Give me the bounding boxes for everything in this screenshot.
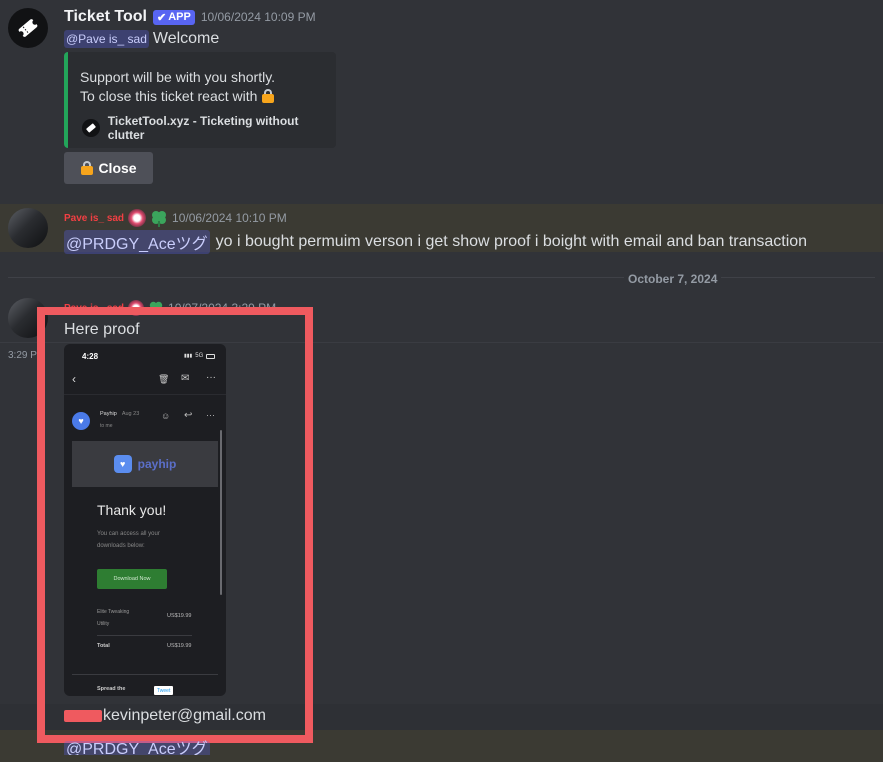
tweet-button[interactable]: Tweet [154,686,174,695]
more-icon: ··· [206,410,215,420]
email-line: kevinpeter@gmail.com [64,707,266,725]
bot-timestamp[interactable]: 10/06/2024 10:09 PM [201,10,316,24]
user-timestamp[interactable]: 10/06/2024 10:10 PM [172,211,287,225]
side-timestamp[interactable]: 3:29 P [8,350,37,361]
trailing-mention-row: @PRDGY_Aceツグ [64,735,210,755]
user-mention[interactable]: @Pave is_ sad [64,30,149,48]
ticket-icon [18,19,38,37]
proof-text: Here proof [64,321,140,338]
status-time: 4:28 [82,352,99,361]
recipient: to me [100,423,113,429]
user-avatar[interactable] [8,208,48,248]
bot-message-header: Ticket Tool ✔ APP 10/06/2024 10:09 PM [64,8,316,26]
thank-you-heading: Thank you! [97,502,167,518]
ticket-tool-avatar[interactable] [8,8,48,48]
more-icon: ··· [206,372,216,383]
product-price: US$19.99 [167,613,192,619]
ticket-embed: Support will be with you shortly. To clo… [64,52,336,148]
scrollbar[interactable] [220,430,222,595]
mail-icon: ✉ [181,373,190,384]
flower-badge-icon [128,209,147,227]
user-message-content: @PRDGY_Aceツグ yo i bought permuim verson … [64,230,807,254]
welcome-text: Welcome [152,30,220,47]
signal-icon: ▮▮▮ [184,353,193,359]
bot-message-content: @Pave is_ sad Welcome [64,30,219,48]
ace-mention-2[interactable]: @PRDGY_Aceツグ [64,741,210,755]
footer-ticket-icon [82,119,100,137]
sender-name: Payhip [100,411,117,417]
payhip-logo-icon: ♥ [113,455,132,473]
lock-icon [80,161,94,175]
bot-username[interactable]: Ticket Tool [64,8,147,26]
payhip-banner: ♥ payhip [72,441,218,487]
back-arrow-icon: ‹ [72,372,76,386]
verified-check-icon: ✔ [156,11,167,24]
lock-icon [261,89,275,103]
user-message-header: Pave is_ sad 10/06/2024 10:10 PM [64,209,287,227]
date-divider-line [8,277,875,278]
user-username[interactable]: Pave is_ sad [64,213,124,224]
access-text: You can access all your downloads below: [97,531,160,549]
download-now-button[interactable]: Download Now [97,569,167,589]
payhip-avatar: ♥ [72,412,90,430]
embed-footer: TicketTool.xyz - Ticketing without clutt… [82,114,336,142]
status-icons: ▮▮▮ 5G [184,353,216,359]
spread-label: Spread the [97,686,126,692]
battery-icon [206,353,216,359]
total-price: US$19.99 [167,643,192,649]
trash-icon: 🗑 [158,374,170,384]
redaction-mark [64,710,102,722]
payhip-brand: payhip [137,457,177,471]
embed-description: Support will be with you shortly. To clo… [80,69,276,104]
product-name: Elite Tweaking Utility [97,609,130,627]
date-divider: October 7, 2024 [624,270,722,288]
proof-screenshot[interactable]: 4:28 ▮▮▮ 5G ‹ 🗑 ✉ ··· ♥ Payhip Aug 23 to… [64,344,226,696]
ace-mention[interactable]: @PRDGY_Aceツグ [64,230,210,254]
sender-date: Aug 23 [121,411,140,417]
reply-icon: ↩ [184,410,193,421]
email-text[interactable]: kevinpeter@gmail.com [103,707,266,725]
heart-icon: ♥ [78,416,84,426]
app-badge: ✔ APP [152,9,195,25]
close-ticket-button[interactable]: Close [64,152,153,184]
total-label: Total [97,643,110,649]
clover-badge-icon [150,209,168,227]
user-message-text: yo i bought permuim verson i get show pr… [215,233,808,250]
emoji-icon: ☺ [161,411,171,421]
